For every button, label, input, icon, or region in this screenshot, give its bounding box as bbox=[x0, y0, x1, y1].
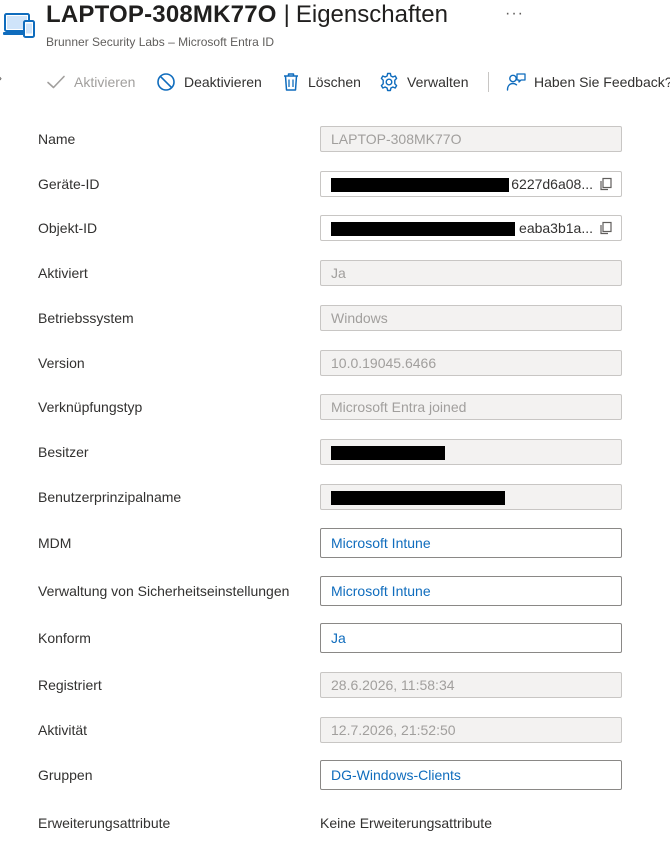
enabled-field[interactable]: Ja bbox=[320, 259, 622, 286]
registered-field[interactable]: 28.6.2026, 11:58:34 bbox=[320, 671, 622, 698]
os-label: Betriebssystem bbox=[38, 309, 134, 326]
redaction-bar bbox=[331, 490, 505, 505]
feedback-person-icon bbox=[506, 73, 526, 91]
property-row-enabled: Aktiviert Ja bbox=[0, 250, 670, 295]
device-id-value: 6227d6a08... bbox=[511, 175, 593, 192]
device-id-label: Geräte-ID bbox=[38, 175, 100, 192]
activity-label: Aktivität bbox=[38, 721, 88, 738]
name-field[interactable]: LAPTOP-308MK77O bbox=[320, 125, 622, 152]
disable-button[interactable]: Deaktivieren bbox=[156, 64, 262, 100]
join-type-field[interactable]: Microsoft Entra joined bbox=[320, 393, 622, 420]
page-title: LAPTOP-308MK77O | Eigenschaften bbox=[46, 1, 448, 29]
compliant-link[interactable]: Ja bbox=[320, 622, 622, 653]
enabled-label: Aktiviert bbox=[38, 264, 88, 281]
copy-icon[interactable] bbox=[599, 177, 613, 191]
blade-header: LAPTOP-308MK77O | Eigenschaften ··· Brunne… bbox=[0, 0, 670, 56]
object-id-field[interactable]: eaba3b1a... bbox=[320, 214, 622, 241]
tenant-subtitle: Brunner Security Labs – Microsoft Entra … bbox=[46, 35, 275, 49]
property-row-name: Name LAPTOP-308MK77O bbox=[0, 116, 670, 161]
redaction-bar bbox=[331, 177, 509, 192]
manage-button[interactable]: Verwalten bbox=[379, 64, 468, 100]
property-row-compliant: Konform Ja bbox=[0, 615, 670, 660]
feedback-button[interactable]: Haben Sie Feedback? bbox=[506, 64, 670, 100]
property-row-registered: Registriert 28.6.2026, 11:58:34 bbox=[0, 662, 670, 707]
manage-label: Verwalten bbox=[407, 74, 469, 90]
property-row-owner: Besitzer bbox=[0, 429, 670, 474]
redaction-bar bbox=[331, 221, 515, 236]
object-id-label: Objekt-ID bbox=[38, 219, 98, 236]
more-options-icon[interactable]: ··· bbox=[505, 5, 524, 23]
compliant-label: Konform bbox=[38, 629, 91, 646]
command-bar: Aktivieren Deaktivieren Löschen Verwalte… bbox=[0, 64, 670, 100]
property-row-device-id: Geräte-ID 6227d6a08... bbox=[0, 161, 670, 206]
toolbar-divider bbox=[488, 72, 489, 92]
delete-button[interactable]: Löschen bbox=[282, 64, 361, 100]
mdm-link[interactable]: Microsoft Intune bbox=[320, 527, 622, 558]
mdm-label: MDM bbox=[38, 534, 72, 551]
extension-attributes-label: Erweiterungsattribute bbox=[38, 814, 171, 831]
os-field[interactable]: Windows bbox=[320, 304, 622, 331]
security-management-link[interactable]: Microsoft Intune bbox=[320, 575, 622, 606]
property-row-extension-attributes: Erweiterungsattribute Keine Erweiterungs… bbox=[0, 800, 670, 845]
owner-field[interactable] bbox=[320, 438, 622, 465]
feedback-label: Haben Sie Feedback? bbox=[534, 74, 670, 90]
trash-icon bbox=[284, 73, 298, 91]
device-id-field[interactable]: 6227d6a08... bbox=[320, 170, 622, 197]
property-row-version: Version 10.0.19045.6466 bbox=[0, 340, 670, 385]
upn-field[interactable] bbox=[320, 483, 622, 510]
property-row-security-management: Verwaltung von Sicherheitseinstellungen … bbox=[0, 568, 670, 613]
checkmark-icon bbox=[47, 75, 65, 89]
copy-icon[interactable] bbox=[599, 221, 613, 235]
groups-label: Gruppen bbox=[38, 766, 93, 783]
join-type-label: Verknüpfungstyp bbox=[38, 398, 143, 415]
version-field[interactable]: 10.0.19045.6466 bbox=[320, 349, 622, 376]
groups-link[interactable]: DG-Windows-Clients bbox=[320, 759, 622, 790]
title-separator: | bbox=[283, 1, 290, 28]
activity-field[interactable]: 12.7.2026, 21:52:50 bbox=[320, 716, 622, 743]
gear-icon bbox=[380, 72, 398, 92]
owner-label: Besitzer bbox=[38, 443, 89, 460]
disable-label: Deaktivieren bbox=[184, 74, 262, 90]
property-row-upn: Benutzerprinzipalname bbox=[0, 474, 670, 519]
property-row-activity: Aktivität 12.7.2026, 21:52:50 bbox=[0, 707, 670, 752]
name-label: Name bbox=[38, 130, 76, 147]
version-label: Version bbox=[38, 354, 85, 371]
enable-button[interactable]: Aktivieren bbox=[46, 64, 135, 100]
property-row-os: Betriebssystem Windows bbox=[0, 295, 670, 340]
object-id-value: eaba3b1a... bbox=[519, 219, 593, 236]
upn-label: Benutzerprinzipalname bbox=[38, 488, 182, 505]
device-icon bbox=[3, 13, 35, 38]
enable-label: Aktivieren bbox=[74, 74, 136, 90]
redaction-bar bbox=[331, 445, 445, 460]
property-row-object-id: Objekt-ID eaba3b1a... bbox=[0, 205, 670, 250]
block-icon bbox=[157, 73, 175, 91]
page-name-title: Eigenschaften bbox=[295, 1, 448, 28]
security-management-label: Verwaltung von Sicherheitseinstellungen bbox=[38, 582, 290, 599]
property-row-groups: Gruppen DG-Windows-Clients bbox=[0, 752, 670, 797]
property-row-join-type: Verknüpfungstyp Microsoft Entra joined bbox=[0, 384, 670, 429]
extension-attributes-value: Keine Erweiterungsattribute bbox=[320, 814, 492, 831]
device-name-title: LAPTOP-308MK77O bbox=[46, 1, 277, 28]
property-row-mdm: MDM Microsoft Intune bbox=[0, 520, 670, 565]
delete-label: Löschen bbox=[308, 74, 361, 90]
registered-label: Registriert bbox=[38, 676, 102, 693]
